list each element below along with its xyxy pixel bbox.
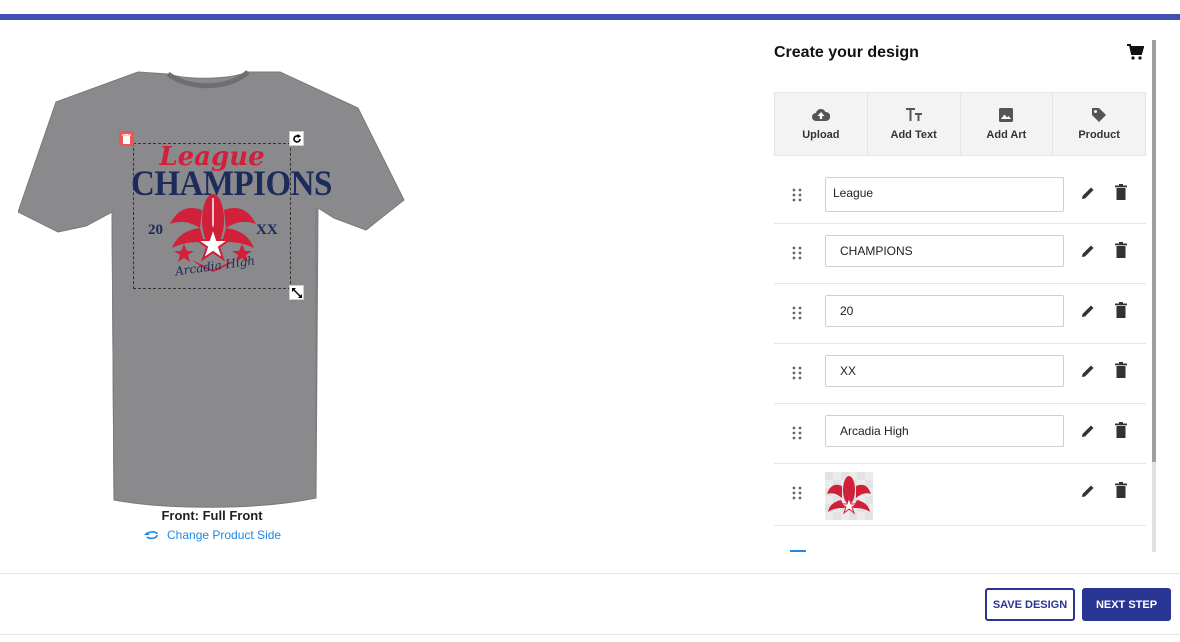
design-tools-bar: Upload Add Text Add Art Product <box>774 92 1146 156</box>
tool-product[interactable]: Product <box>1053 93 1145 155</box>
layer-item: Arcadia High <box>774 404 1146 464</box>
footer-bottom-divider <box>0 634 1180 635</box>
change-product-side-link[interactable]: Change Product Side <box>143 528 281 542</box>
drag-handle-icon[interactable] <box>792 366 802 380</box>
layer-item: XX <box>774 344 1146 404</box>
edit-icon[interactable] <box>1080 185 1096 201</box>
layer-list-indicator <box>790 550 806 552</box>
footer-divider <box>0 573 1180 574</box>
design-canvas: League CHAMPIONS 20 XX Arcadia High Fron… <box>0 0 760 573</box>
drag-handle-icon[interactable] <box>792 306 802 320</box>
delete-icon[interactable] <box>1115 184 1127 200</box>
layer-text-field[interactable]: XX <box>825 355 1064 387</box>
delete-icon[interactable] <box>1115 362 1127 378</box>
drag-handle-icon[interactable] <box>792 486 802 500</box>
cloud-upload-icon <box>811 107 830 123</box>
art-thumbnail[interactable] <box>825 472 873 520</box>
layer-text-field[interactable]: League <box>825 177 1064 212</box>
tool-add-art-label: Add Art <box>986 129 1027 141</box>
tool-upload[interactable]: Upload <box>775 93 868 155</box>
edit-icon[interactable] <box>1080 363 1096 379</box>
drag-handle-icon[interactable] <box>792 246 802 260</box>
layer-list: League CHAMPIONS 20 XX Arcadia High <box>774 166 1146 526</box>
drag-handle-icon[interactable] <box>792 188 802 202</box>
edit-icon[interactable] <box>1080 243 1096 259</box>
rotate-icon[interactable] <box>289 131 304 146</box>
layer-text-field[interactable]: CHAMPIONS <box>825 235 1064 267</box>
change-side-label: Change Product Side <box>167 528 282 542</box>
delete-icon[interactable] <box>1115 422 1127 438</box>
tool-product-label: Product <box>1078 129 1120 141</box>
delete-icon[interactable] <box>1115 242 1127 258</box>
panel-title: Create your design <box>774 44 919 61</box>
tool-upload-label: Upload <box>802 129 840 141</box>
swap-icon <box>144 531 158 540</box>
drag-handle-icon[interactable] <box>792 426 802 440</box>
tool-add-art[interactable]: Add Art <box>961 93 1054 155</box>
delete-icon[interactable] <box>1115 302 1127 318</box>
layer-text-field[interactable]: Arcadia High <box>825 415 1064 447</box>
layer-item: 20 <box>774 284 1146 344</box>
layer-text-field[interactable]: 20 <box>825 295 1064 327</box>
delete-icon[interactable] <box>1115 482 1127 498</box>
next-step-button[interactable]: NEXT STEP <box>1082 588 1171 621</box>
layer-item: CHAMPIONS <box>774 224 1146 284</box>
edit-icon[interactable] <box>1080 303 1096 319</box>
tool-add-text[interactable]: Add Text <box>868 93 961 155</box>
design-panel: Create your design Upload Add Text Add A… <box>774 36 1156 556</box>
trash-icon[interactable] <box>119 131 134 146</box>
product-side-label: Front: Full Front <box>161 508 263 523</box>
panel-scroll-track <box>1152 462 1156 552</box>
layer-item: League <box>774 166 1146 224</box>
tool-add-text-label: Add Text <box>890 129 937 141</box>
panel-scrollbar[interactable] <box>1152 40 1156 462</box>
resize-icon[interactable] <box>289 285 304 300</box>
cart-icon[interactable] <box>1126 43 1144 61</box>
save-design-button[interactable]: SAVE DESIGN <box>985 588 1075 621</box>
text-icon <box>905 107 923 123</box>
tag-icon <box>1090 107 1108 123</box>
edit-icon[interactable] <box>1080 423 1096 439</box>
layer-item <box>774 464 1146 526</box>
edit-icon[interactable] <box>1080 483 1096 499</box>
image-icon <box>997 107 1015 123</box>
selection-box[interactable] <box>133 143 291 289</box>
